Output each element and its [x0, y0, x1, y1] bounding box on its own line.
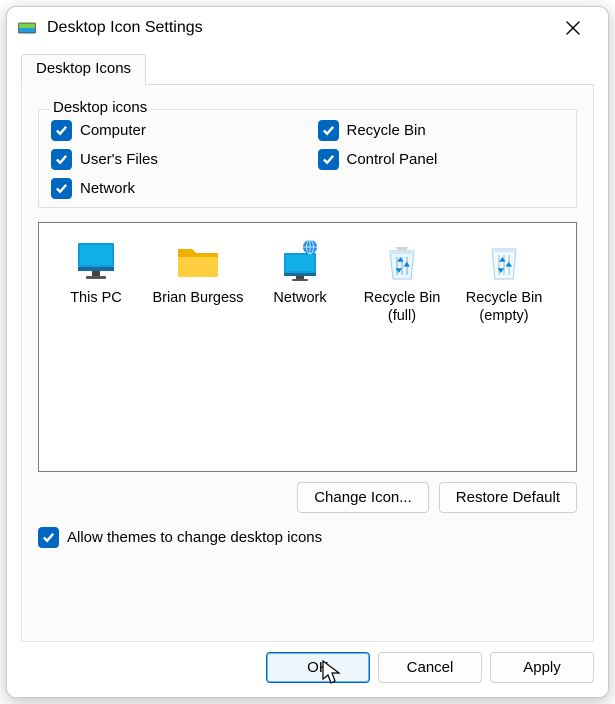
restore-default-button[interactable]: Restore Default — [439, 482, 577, 513]
icon-item-network[interactable]: Network — [251, 233, 349, 331]
check-network[interactable]: Network — [51, 178, 298, 199]
check-label: Control Panel — [347, 151, 438, 168]
check-label: Recycle Bin — [347, 122, 426, 139]
check-label: Network — [80, 180, 135, 197]
recycle-bin-empty-icon — [480, 237, 528, 285]
titlebar: Desktop Icon Settings — [7, 7, 608, 49]
change-icon-button[interactable]: Change Icon... — [297, 482, 429, 513]
icon-item-recycle-empty[interactable]: Recycle Bin (empty) — [455, 233, 553, 331]
icon-list[interactable]: This PC Brian Burgess Network — [38, 222, 577, 472]
icon-item-recycle-full[interactable]: Recycle Bin (full) — [353, 233, 451, 331]
group-desktop-icons: Desktop icons Computer Recycle Bin User'… — [38, 109, 577, 208]
icon-label: Recycle Bin (empty) — [455, 289, 553, 325]
checkbox-icon — [318, 149, 339, 170]
recycle-bin-full-icon — [378, 237, 426, 285]
checkbox-icon — [51, 149, 72, 170]
icon-item-this-pc[interactable]: This PC — [47, 233, 145, 331]
check-label: Computer — [80, 122, 146, 139]
folder-icon — [174, 237, 222, 285]
close-button[interactable] — [550, 12, 596, 44]
icon-label: Recycle Bin (full) — [353, 289, 451, 325]
checkbox-icon — [38, 527, 59, 548]
check-label: Allow themes to change desktop icons — [67, 529, 322, 546]
monitor-icon — [72, 237, 120, 285]
tab-desktop-icons[interactable]: Desktop Icons — [21, 54, 146, 85]
apply-button[interactable]: Apply — [490, 652, 594, 683]
icon-label: Brian Burgess — [152, 289, 243, 307]
check-label: User's Files — [80, 151, 158, 168]
tab-body: Desktop icons Computer Recycle Bin User'… — [21, 85, 594, 642]
client-area: Desktop Icons Desktop icons Computer Rec… — [7, 49, 608, 642]
check-computer[interactable]: Computer — [51, 120, 298, 141]
icon-item-user-folder[interactable]: Brian Burgess — [149, 233, 247, 331]
check-users-files[interactable]: User's Files — [51, 149, 298, 170]
app-icon — [17, 18, 37, 38]
check-control-panel[interactable]: Control Panel — [318, 149, 565, 170]
group-legend: Desktop icons — [49, 99, 151, 116]
checkbox-icon — [318, 120, 339, 141]
ok-button[interactable]: OK — [266, 652, 370, 683]
check-recycle-bin[interactable]: Recycle Bin — [318, 120, 565, 141]
icon-label: This PC — [70, 289, 122, 307]
icon-button-row: Change Icon... Restore Default — [38, 482, 577, 513]
window-title: Desktop Icon Settings — [47, 19, 550, 37]
dialog-buttons: OK Cancel Apply — [7, 642, 608, 697]
checkbox-icon — [51, 178, 72, 199]
checkbox-icon — [51, 120, 72, 141]
check-allow-themes[interactable]: Allow themes to change desktop icons — [38, 527, 577, 548]
icon-label: Network — [273, 289, 326, 307]
dialog-window: Desktop Icon Settings Desktop Icons Desk… — [6, 6, 609, 698]
check-grid: Computer Recycle Bin User's Files Contro… — [51, 120, 564, 199]
cancel-button[interactable]: Cancel — [378, 652, 482, 683]
close-icon — [566, 21, 580, 35]
network-icon — [276, 237, 324, 285]
tabstrip: Desktop Icons — [21, 53, 594, 85]
